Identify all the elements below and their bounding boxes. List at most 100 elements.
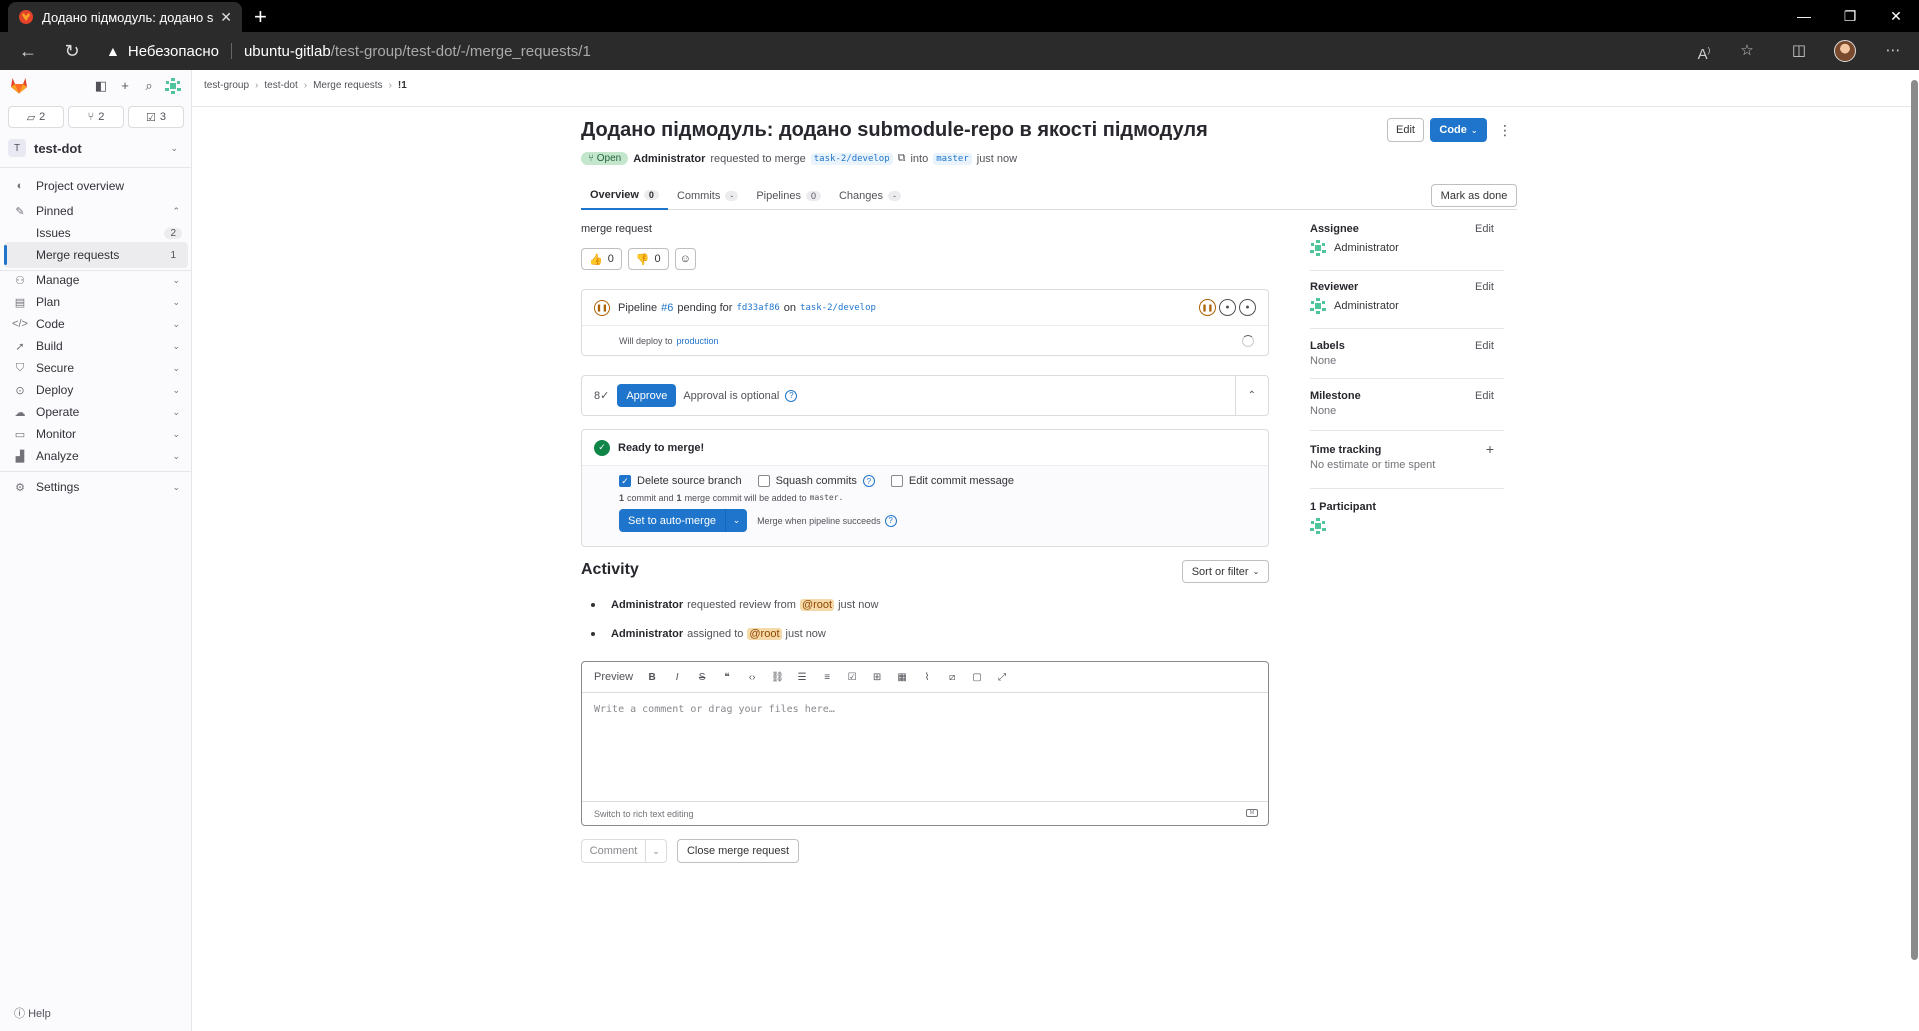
- todos-count-button[interactable]: ☑ 3: [128, 106, 184, 128]
- quote-icon[interactable]: ❝: [721, 672, 733, 683]
- thumbs-up-button[interactable]: 👍 0: [581, 248, 622, 270]
- sidebar-item-project-overview[interactable]: ◐ Project overview: [4, 173, 188, 199]
- fullscreen-icon[interactable]: ⤢: [996, 672, 1008, 683]
- add-time-icon[interactable]: +: [1486, 441, 1494, 457]
- comment-button[interactable]: Comment: [582, 840, 646, 862]
- attach-icon[interactable]: ⌇: [921, 672, 933, 683]
- delete-source-branch-checkbox[interactable]: ✓: [619, 475, 631, 487]
- user-mention[interactable]: @root: [799, 599, 835, 611]
- chevron-up-icon[interactable]: ⌃: [1248, 390, 1256, 401]
- close-window-icon[interactable]: ✕: [1873, 0, 1919, 32]
- sidebar-item-settings[interactable]: ⚙ Settings ⌄: [4, 474, 188, 500]
- bullet-list-icon[interactable]: ☰: [796, 672, 808, 683]
- collapsible-icon[interactable]: ⊞: [871, 672, 883, 683]
- source-branch[interactable]: task-2/develop: [810, 152, 893, 165]
- target-branch[interactable]: master: [933, 152, 972, 165]
- stage-pending-icon[interactable]: ❚❚: [1199, 299, 1216, 316]
- thumbs-down-button[interactable]: 👎 0: [627, 248, 669, 270]
- link-icon[interactable]: ⛓: [771, 672, 784, 683]
- breadcrumb-item[interactable]: Merge requests: [313, 80, 382, 91]
- milestone-edit-link[interactable]: Edit: [1475, 390, 1494, 402]
- more-actions-icon[interactable]: ⋮: [1498, 122, 1512, 139]
- issues-count-button[interactable]: ▱ 2: [8, 106, 64, 128]
- tab-changes[interactable]: Changes -: [830, 181, 910, 210]
- task-list-icon[interactable]: ☑: [846, 672, 858, 683]
- user-mention[interactable]: @root: [747, 628, 782, 640]
- search-icon[interactable]: ⌕: [141, 78, 157, 94]
- user-avatar-icon[interactable]: [1310, 240, 1326, 256]
- comment-input[interactable]: Write a comment or drag your files here…: [594, 704, 835, 715]
- rich-text-toggle[interactable]: Switch to rich text editing: [594, 809, 694, 819]
- approve-button[interactable]: Approve: [617, 384, 677, 407]
- create-new-icon[interactable]: +: [117, 78, 133, 94]
- favorite-star-icon[interactable]: ☆: [1737, 41, 1757, 61]
- labels-edit-link[interactable]: Edit: [1475, 340, 1494, 352]
- environment-link[interactable]: production: [677, 336, 719, 346]
- restore-icon[interactable]: ❐: [1827, 0, 1873, 32]
- breadcrumb-item[interactable]: test-dot: [264, 80, 297, 91]
- quick-actions-icon[interactable]: ⧄: [946, 672, 958, 683]
- minimize-icon[interactable]: —: [1781, 0, 1827, 32]
- tab-overview[interactable]: Overview 0: [581, 181, 668, 210]
- help-icon[interactable]: ?: [884, 514, 897, 527]
- user-avatar-icon[interactable]: [1310, 518, 1326, 534]
- numbered-list-icon[interactable]: ≡: [821, 672, 833, 683]
- user-avatar-icon[interactable]: [1310, 298, 1326, 314]
- page-scrollbar[interactable]: [1910, 70, 1919, 1031]
- edit-button[interactable]: Edit: [1387, 118, 1424, 142]
- bold-icon[interactable]: B: [646, 672, 658, 683]
- merge-options-chevron-icon[interactable]: ⌄: [725, 509, 748, 532]
- close-merge-request-button[interactable]: Close merge request: [677, 839, 799, 863]
- assignee-name[interactable]: Administrator: [1334, 242, 1399, 254]
- split-screen-icon[interactable]: ◫: [1789, 41, 1809, 61]
- code-dropdown-button[interactable]: Code ⌄: [1430, 118, 1487, 142]
- squash-commits-checkbox[interactable]: [757, 475, 770, 487]
- preview-tab[interactable]: Preview: [594, 671, 633, 683]
- reviewer-edit-link[interactable]: Edit: [1475, 281, 1494, 293]
- help-icon[interactable]: ?: [785, 389, 798, 402]
- mark-as-done-button[interactable]: Mark as done: [1431, 184, 1517, 207]
- sort-filter-button[interactable]: Sort or filter ⌄: [1182, 560, 1269, 583]
- table-icon[interactable]: ▦: [896, 672, 908, 683]
- breadcrumb-current[interactable]: !1: [398, 80, 407, 91]
- code-icon[interactable]: ‹›: [746, 672, 758, 683]
- sidebar-toggle-icon[interactable]: ◧: [93, 78, 109, 94]
- help-button[interactable]: ⓘ Help: [14, 1005, 51, 1021]
- strikethrough-icon[interactable]: S: [696, 672, 708, 683]
- user-avatar-icon[interactable]: [165, 78, 181, 94]
- sidebar-item-analyze[interactable]: ▟ Analyze ⌄: [4, 443, 188, 469]
- breadcrumb-item[interactable]: test-group: [204, 80, 249, 91]
- browser-menu-icon[interactable]: ⋯: [1883, 41, 1903, 61]
- gitlab-logo-icon[interactable]: [10, 77, 28, 94]
- activity-actor[interactable]: Administrator: [611, 628, 683, 640]
- italic-icon[interactable]: I: [671, 672, 683, 683]
- browser-profile-avatar[interactable]: [1834, 40, 1856, 62]
- copy-icon[interactable]: ⧉: [898, 152, 906, 165]
- url-bar[interactable]: ▲ Небезопасно ubuntu-gitlab /test-group/…: [106, 37, 1662, 65]
- help-icon[interactable]: ?: [862, 475, 875, 487]
- merge-requests-count-button[interactable]: ⑂ 2: [68, 106, 124, 128]
- set-to-auto-merge-button[interactable]: Set to auto-merge: [619, 509, 726, 532]
- back-icon[interactable]: ←: [18, 41, 38, 61]
- tab-pipelines[interactable]: Pipelines 0: [747, 181, 830, 210]
- comment-template-icon[interactable]: ▢: [971, 672, 983, 683]
- assignee-edit-link[interactable]: Edit: [1475, 223, 1494, 235]
- tab-commits[interactable]: Commits -: [668, 181, 747, 210]
- author-link[interactable]: Administrator: [633, 153, 705, 165]
- activity-actor[interactable]: Administrator: [611, 599, 683, 611]
- browser-tab[interactable]: Додано підмодуль: додано sub ✕: [8, 2, 242, 32]
- sidebar-item-merge-requests[interactable]: Merge requests 1: [4, 242, 188, 268]
- reload-icon[interactable]: ↻: [62, 41, 82, 61]
- pipeline-link[interactable]: #6: [661, 302, 673, 314]
- commit-link[interactable]: fd33af86: [736, 303, 779, 313]
- branch-link[interactable]: task-2/develop: [800, 303, 876, 313]
- stage-created-icon[interactable]: ●: [1239, 299, 1256, 316]
- edit-commit-message-checkbox[interactable]: [890, 475, 903, 487]
- reviewer-name[interactable]: Administrator: [1334, 300, 1399, 312]
- stage-created-icon[interactable]: ●: [1219, 299, 1236, 316]
- chevron-down-icon[interactable]: ⌄: [646, 840, 666, 862]
- close-tab-icon[interactable]: ✕: [220, 9, 232, 26]
- add-reaction-button[interactable]: ☺: [674, 248, 696, 270]
- read-aloud-icon[interactable]: A): [1694, 41, 1714, 63]
- new-tab-icon[interactable]: +: [254, 4, 267, 30]
